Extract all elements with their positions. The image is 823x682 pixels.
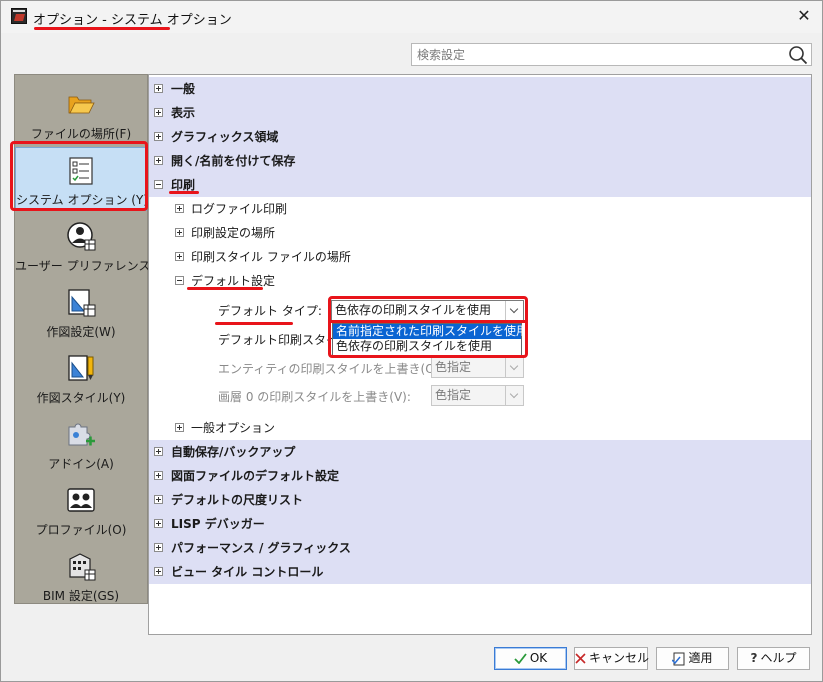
expand-icon[interactable]	[175, 423, 184, 432]
help-button[interactable]: ? ヘルプ	[737, 647, 810, 670]
cancel-x-icon	[575, 653, 586, 664]
tree-node-display[interactable]: 表示	[149, 101, 811, 125]
default-type-dropdown-list: 名前指定された印刷スタイルを使用 色依存の印刷スタイルを使用	[332, 323, 528, 356]
tree-node-scale-list[interactable]: デフォルトの尺度リスト	[149, 488, 811, 512]
sidebar-item-label: 作図スタイル(Y)	[36, 391, 126, 405]
autocad-app-icon	[11, 8, 27, 24]
close-icon[interactable]: ✕	[794, 6, 814, 26]
tree-node-print-settings-location[interactable]: 印刷設定の場所	[149, 221, 811, 245]
sidebar-item-label: ユーザー プリファレンス(U)	[15, 259, 169, 273]
dropdown-option-named[interactable]: 名前指定された印刷スタイルを使用	[333, 324, 528, 339]
entity-override-value: 色指定	[435, 360, 472, 374]
window-title: オプション - システム オプション	[33, 13, 232, 28]
apply-document-icon	[672, 652, 685, 665]
expand-icon[interactable]	[154, 519, 163, 528]
check-icon	[514, 653, 527, 664]
addin-puzzle-icon	[68, 423, 95, 446]
drafting-settings-icon	[68, 289, 96, 317]
sidebar-item-label: BIM 設定(GS)	[42, 589, 120, 603]
entity-override-label: エンティティの印刷スタイルを上書き(O):	[218, 362, 444, 376]
search-icon[interactable]	[788, 45, 808, 65]
sidebar: ファイルの場所(F) システム オプション (Y) ユーザー プリファレンス(U…	[14, 74, 169, 604]
sidebar-item-bim-settings[interactable]: BIM 設定(GS)	[15, 543, 147, 609]
apply-button[interactable]: 適用	[656, 647, 729, 670]
collapse-icon[interactable]	[154, 180, 163, 189]
bim-building-icon	[69, 553, 96, 581]
tree-node-graphics[interactable]: グラフィックス領域	[149, 125, 811, 149]
chevron-down-icon[interactable]	[505, 386, 523, 405]
tree-node-general-options[interactable]: 一般オプション	[149, 416, 811, 440]
sidebar-item-addins[interactable]: アドイン(A)	[15, 411, 147, 477]
options-dialog: オプション - システム オプション ✕ ファイルの場所(F) システ	[0, 0, 823, 682]
sidebar-item-label: プロファイル(O)	[35, 523, 127, 537]
default-type-combo[interactable]: 色依存の印刷スタイルを使用	[331, 300, 524, 321]
sidebar-item-drafting-settings[interactable]: 作図設定(W)	[15, 279, 147, 345]
chevron-down-icon[interactable]	[505, 301, 523, 320]
default-type-value: 色依存の印刷スタイルを使用	[335, 303, 492, 317]
tree-node-general[interactable]: 一般	[149, 77, 811, 101]
entity-override-combo[interactable]: 色指定	[431, 357, 524, 378]
tree-node-viewport-control[interactable]: ビュー タイル コントロール	[149, 560, 811, 584]
expand-icon[interactable]	[154, 543, 163, 552]
expand-icon[interactable]	[154, 567, 163, 576]
checklist-icon	[69, 157, 93, 185]
expand-icon[interactable]	[154, 447, 163, 456]
sidebar-item-label: システム オプション (Y)	[16, 193, 148, 207]
sidebar-item-label: ファイルの場所(F)	[30, 127, 132, 141]
sidebar-item-file-locations[interactable]: ファイルの場所(F)	[15, 81, 147, 147]
ok-button[interactable]: OK	[494, 647, 567, 670]
profile-icon	[67, 488, 95, 512]
sidebar-item-drafting-style[interactable]: 作図スタイル(Y)	[15, 345, 147, 411]
layer0-override-label: 画層 0 の印刷スタイルを上書き(V):	[218, 390, 411, 404]
folder-icon	[68, 96, 95, 114]
tree-node-lisp-debugger[interactable]: LISP デバッガー	[149, 512, 811, 536]
collapse-icon[interactable]	[175, 276, 184, 285]
tree-node-print[interactable]: 印刷	[149, 173, 811, 197]
expand-icon[interactable]	[154, 471, 163, 480]
sidebar-item-system-options[interactable]: システム オプション (Y)	[15, 147, 148, 211]
user-preferences-icon	[67, 222, 96, 251]
expand-icon[interactable]	[154, 495, 163, 504]
tree-node-open-save[interactable]: 開く/名前を付けて保存	[149, 149, 811, 173]
expand-icon[interactable]	[175, 228, 184, 237]
tree-node-performance[interactable]: パフォーマンス / グラフィックス	[149, 536, 811, 560]
dropdown-option-color-dependent[interactable]: 色依存の印刷スタイルを使用	[333, 339, 521, 354]
layer0-override-value: 色指定	[435, 388, 472, 402]
default-type-label: デフォルト タイプ:	[218, 304, 322, 318]
sidebar-item-label: 作図設定(W)	[46, 325, 116, 339]
tree-node-log-file[interactable]: ログファイル印刷	[149, 197, 811, 221]
expand-icon[interactable]	[154, 84, 163, 93]
cancel-button[interactable]: キャンセル	[574, 647, 649, 670]
layer0-override-combo[interactable]: 色指定	[431, 385, 524, 406]
expand-icon[interactable]	[175, 204, 184, 213]
expand-icon[interactable]	[175, 252, 184, 261]
sidebar-item-label: アドイン(A)	[48, 457, 114, 471]
sidebar-item-profiles[interactable]: プロファイル(O)	[15, 477, 147, 543]
expand-icon[interactable]	[154, 108, 163, 117]
sidebar-item-user-preferences[interactable]: ユーザー プリファレンス(U)	[15, 213, 169, 279]
search-input[interactable]	[412, 44, 786, 65]
help-question-icon: ?	[750, 651, 758, 665]
chevron-down-icon[interactable]	[505, 358, 523, 377]
title-bar: オプション - システム オプション ✕	[1, 1, 822, 33]
drafting-style-icon	[68, 355, 94, 381]
expand-icon[interactable]	[154, 132, 163, 141]
tree-node-drawing-defaults[interactable]: 図面ファイルのデフォルト設定	[149, 464, 811, 488]
search-box[interactable]	[411, 43, 812, 66]
tree-node-default-settings[interactable]: デフォルト設定	[149, 269, 811, 293]
tree-node-auto-save[interactable]: 自動保存/バックアップ	[149, 440, 811, 464]
tree-node-plot-style-location[interactable]: 印刷スタイル ファイルの場所	[149, 245, 811, 269]
expand-icon[interactable]	[154, 156, 163, 165]
